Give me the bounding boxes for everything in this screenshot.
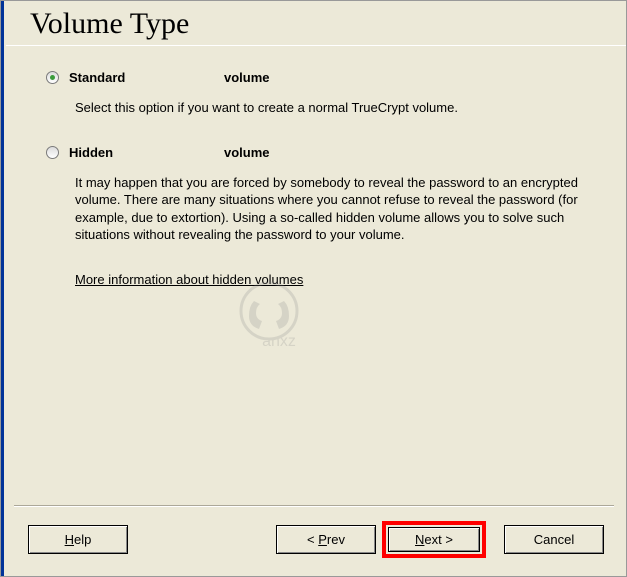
description-hidden: It may happen that you are forced by som… bbox=[46, 174, 592, 244]
radio-label-hidden: Hiddenvolume bbox=[69, 145, 270, 160]
cancel-button[interactable]: Cancel bbox=[504, 525, 604, 554]
page-title: Volume Type bbox=[6, 1, 626, 46]
radio-icon bbox=[46, 146, 59, 159]
radio-label-standard: Standardvolume bbox=[69, 70, 270, 85]
more-info-link[interactable]: More information about hidden volumes bbox=[75, 272, 303, 287]
highlight-box: Next > bbox=[382, 521, 486, 558]
radio-option-hidden[interactable]: Hiddenvolume It may happen that you are … bbox=[46, 145, 592, 244]
prev-button[interactable]: < Prev bbox=[276, 525, 376, 554]
button-row: Help < Prev Next > Cancel bbox=[6, 507, 626, 576]
radio-option-standard[interactable]: Standardvolume Select this option if you… bbox=[46, 70, 592, 117]
help-button[interactable]: Help bbox=[28, 525, 128, 554]
radio-group: Standardvolume Select this option if you… bbox=[46, 70, 592, 244]
next-button[interactable]: Next > bbox=[388, 527, 480, 552]
description-standard: Select this option if you want to create… bbox=[46, 99, 592, 117]
radio-icon bbox=[46, 71, 59, 84]
